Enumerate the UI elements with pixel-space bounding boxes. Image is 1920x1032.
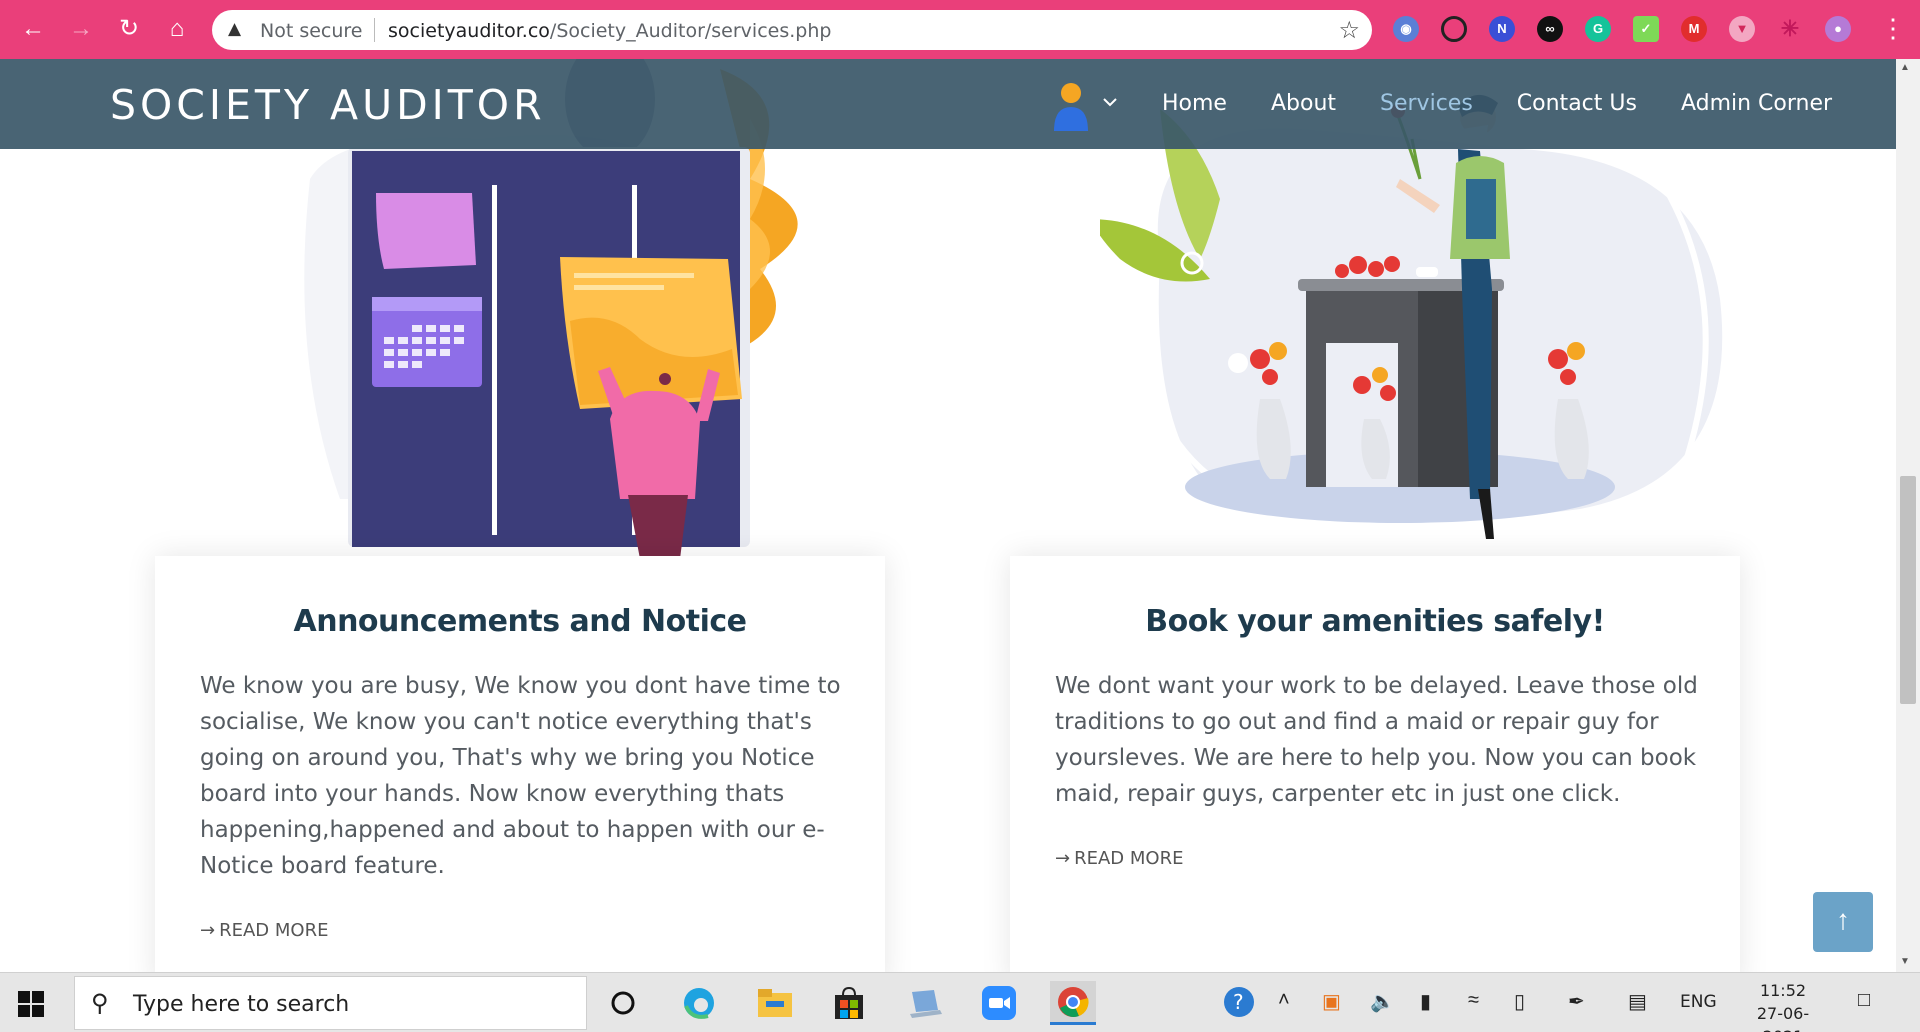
circle-extension-icon[interactable] xyxy=(1441,16,1467,42)
bookmark-star-icon[interactable]: ☆ xyxy=(1338,16,1360,44)
user-menu[interactable] xyxy=(1050,81,1120,131)
chevron-down-icon xyxy=(1103,98,1117,107)
taskbar-search-placeholder: Type here to search xyxy=(133,992,350,1017)
url-host: societyauditor.co xyxy=(388,20,550,42)
browser-menu-icon[interactable]: ⋮ xyxy=(1880,14,1906,42)
nav-admin-corner[interactable]: Admin Corner xyxy=(1681,91,1832,116)
clock-time: 11:52 xyxy=(1759,981,1807,1000)
chevron-up-icon[interactable]: ˄ xyxy=(1278,989,1290,1012)
announcements-card: Announcements and Notice We know you are… xyxy=(155,556,885,972)
forward-icon[interactable]: → xyxy=(66,14,96,44)
search-icon: ⚲ xyxy=(91,990,109,1017)
site-logo[interactable]: SOCIETY AUDITOR xyxy=(110,81,546,129)
reload-icon[interactable]: ↻ xyxy=(114,14,144,44)
windows-taskbar: ⚲ Type here to search ? ˄ ▣ 🔈 ▮ ≈ ▯ ✒ ▤ … xyxy=(0,972,1920,1032)
language-indicator[interactable]: ENG xyxy=(1680,992,1717,1012)
camera-extension-icon[interactable]: ◉ xyxy=(1393,16,1419,42)
volume-icon[interactable]: 🔈 xyxy=(1370,989,1395,1014)
read-more-link[interactable]: → READ MORE xyxy=(1055,848,1183,869)
m-extension-icon[interactable]: M xyxy=(1681,16,1707,42)
clock[interactable]: 11:52 27-06-2021 xyxy=(1738,979,1828,1032)
nav-about[interactable]: About xyxy=(1271,91,1336,116)
page-viewport: SOCIETY AUDITOR Home About Services Cont… xyxy=(0,59,1896,972)
browser-toolbar: ← → ↻ ⌂ ▲ Not secure societyauditor.co/S… xyxy=(0,0,1920,59)
not-secure-label: Not secure xyxy=(260,20,363,42)
check-extension-icon[interactable]: ✓ xyxy=(1633,16,1659,42)
scrollbar-thumb[interactable] xyxy=(1900,476,1916,704)
read-more-link[interactable]: → READ MORE xyxy=(200,920,328,941)
wifi-icon[interactable]: ≈ xyxy=(1468,989,1479,1012)
grammarly-extension-icon[interactable]: G xyxy=(1585,16,1611,42)
battery-icon[interactable]: ▯ xyxy=(1514,989,1525,1014)
microphone-icon[interactable]: ▮ xyxy=(1420,989,1431,1014)
warning-icon: ▲ xyxy=(228,19,242,39)
address-separator xyxy=(374,18,375,42)
edge-icon[interactable] xyxy=(676,981,722,1025)
puzzle-extension-icon[interactable]: ✳ xyxy=(1777,16,1803,42)
xampp-icon[interactable]: ▣ xyxy=(1322,989,1341,1014)
zoom-icon[interactable] xyxy=(976,981,1022,1025)
back-to-top-button[interactable]: ↑ xyxy=(1813,892,1873,952)
keyboard-icon[interactable]: ▤ xyxy=(1628,989,1647,1014)
n-extension-icon[interactable]: N xyxy=(1489,16,1515,42)
scroll-down-icon[interactable]: ▼ xyxy=(1900,956,1910,967)
arrow-right-icon: → xyxy=(200,920,216,941)
pen-icon[interactable]: ✒ xyxy=(1568,989,1585,1014)
help-icon[interactable]: ? xyxy=(1222,985,1256,1025)
address-url[interactable]: societyauditor.co/Society_Auditor/servic… xyxy=(388,20,831,42)
card-description: We dont want your work to be delayed. Le… xyxy=(1055,673,1698,807)
read-more-label: READ MORE xyxy=(1074,848,1184,869)
nav-services[interactable]: Services xyxy=(1380,91,1473,116)
card-title: Book your amenities safely! xyxy=(1145,604,1605,639)
profile-avatar-icon[interactable]: ● xyxy=(1825,16,1851,42)
windows-start-icon[interactable] xyxy=(18,991,44,1017)
arrow-right-icon: → xyxy=(1055,848,1071,869)
store-icon[interactable] xyxy=(826,981,872,1025)
laptop-app-icon[interactable] xyxy=(902,981,948,1025)
amenities-card: Book your amenities safely! We dont want… xyxy=(1010,556,1740,972)
user-avatar-icon xyxy=(1054,83,1117,131)
main-nav: Home About Services Contact Us Admin Cor… xyxy=(1162,91,1832,116)
back-icon[interactable]: ← xyxy=(18,14,48,44)
shield-extension-icon[interactable]: ▼ xyxy=(1729,16,1755,42)
taskbar-search-box[interactable]: ⚲ Type here to search xyxy=(74,976,587,1030)
cortana-icon[interactable] xyxy=(600,981,646,1025)
svg-text:?: ? xyxy=(1233,990,1244,1014)
infinity-extension-icon[interactable]: ∞ xyxy=(1537,16,1563,42)
nav-contact-us[interactable]: Contact Us xyxy=(1517,91,1637,116)
address-bar[interactable]: ▲ Not secure societyauditor.co/Society_A… xyxy=(212,10,1372,50)
site-header: SOCIETY AUDITOR Home About Services Cont… xyxy=(0,59,1896,149)
notifications-icon[interactable]: □ xyxy=(1858,989,1870,1012)
url-path: /Society_Auditor/services.php xyxy=(549,20,832,42)
nav-home[interactable]: Home xyxy=(1162,91,1227,116)
card-description: We know you are busy, We know you dont h… xyxy=(200,673,841,879)
read-more-label: READ MORE xyxy=(219,920,329,941)
arrow-up-icon: ↑ xyxy=(1836,904,1850,935)
card-title: Announcements and Notice xyxy=(293,604,748,639)
clock-date: 27-06-2021 xyxy=(1756,1004,1810,1032)
chrome-icon[interactable] xyxy=(1050,981,1096,1025)
file-explorer-icon[interactable] xyxy=(752,981,798,1025)
home-icon[interactable]: ⌂ xyxy=(162,14,192,44)
scroll-up-icon[interactable]: ▲ xyxy=(1900,62,1910,73)
